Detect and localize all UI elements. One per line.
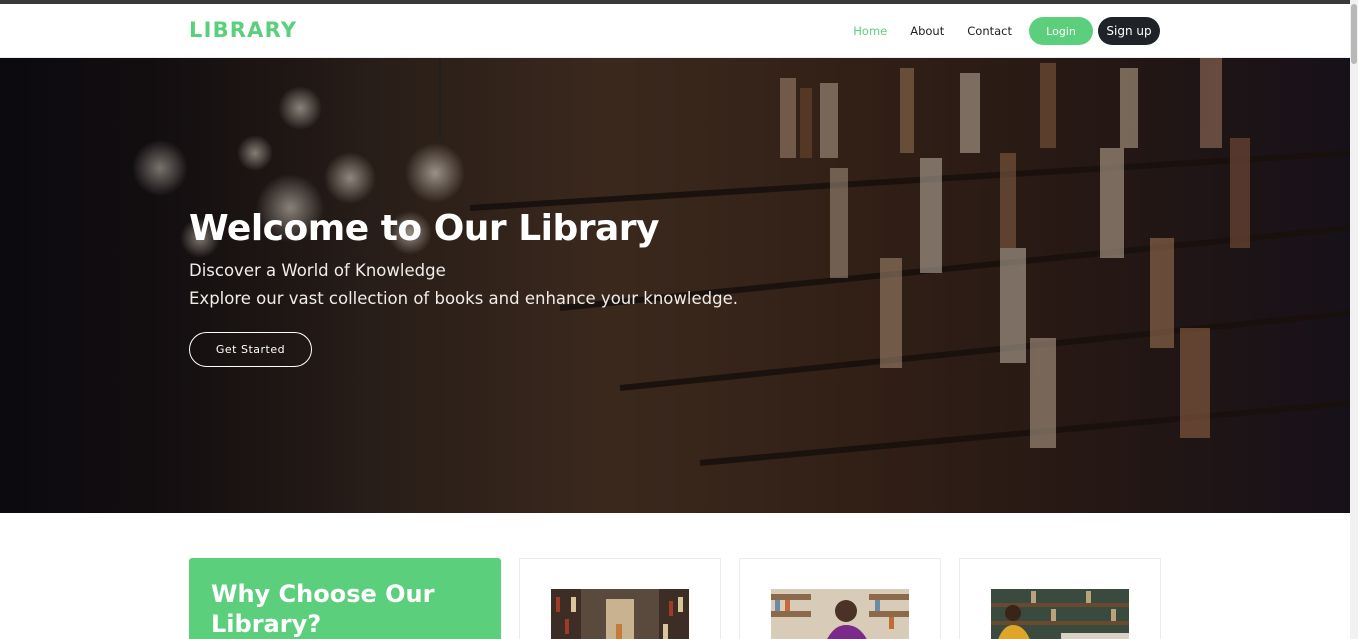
nav-links: Home About Contact Login Sign up [830,17,1160,45]
why-choose-card: Why Choose Our Library? [189,558,501,639]
why-choose-title: Why Choose Our Library? [211,580,435,638]
get-started-button[interactable]: Get Started [189,332,312,367]
signup-button[interactable]: Sign up [1098,17,1160,45]
navbar: LIBRARY Home About Contact Login Sign up [0,4,1350,58]
hero-title: Welcome to Our Library [189,208,660,249]
feature-image-reader [771,589,909,639]
hero-subtitle: Discover a World of Knowledge [189,261,446,280]
hero-description: Explore our vast collection of books and… [189,289,738,308]
nav-link-about[interactable]: About [910,24,944,38]
feature-image-library-aisle [551,589,689,639]
hero-section: Welcome to Our Library Discover a World … [0,58,1350,513]
brand-logo[interactable]: LIBRARY [189,18,297,42]
scrollbar-thumb[interactable] [1351,4,1357,64]
feature-image-study [991,589,1129,639]
page-scrollbar[interactable] [1350,0,1358,639]
feature-card [519,558,721,639]
hero-content: Welcome to Our Library Discover a World … [189,208,738,367]
nav-link-home[interactable]: Home [853,24,887,38]
feature-card [739,558,941,639]
nav-link-contact[interactable]: Contact [967,24,1012,38]
feature-card [959,558,1161,639]
login-button[interactable]: Login [1029,17,1093,45]
